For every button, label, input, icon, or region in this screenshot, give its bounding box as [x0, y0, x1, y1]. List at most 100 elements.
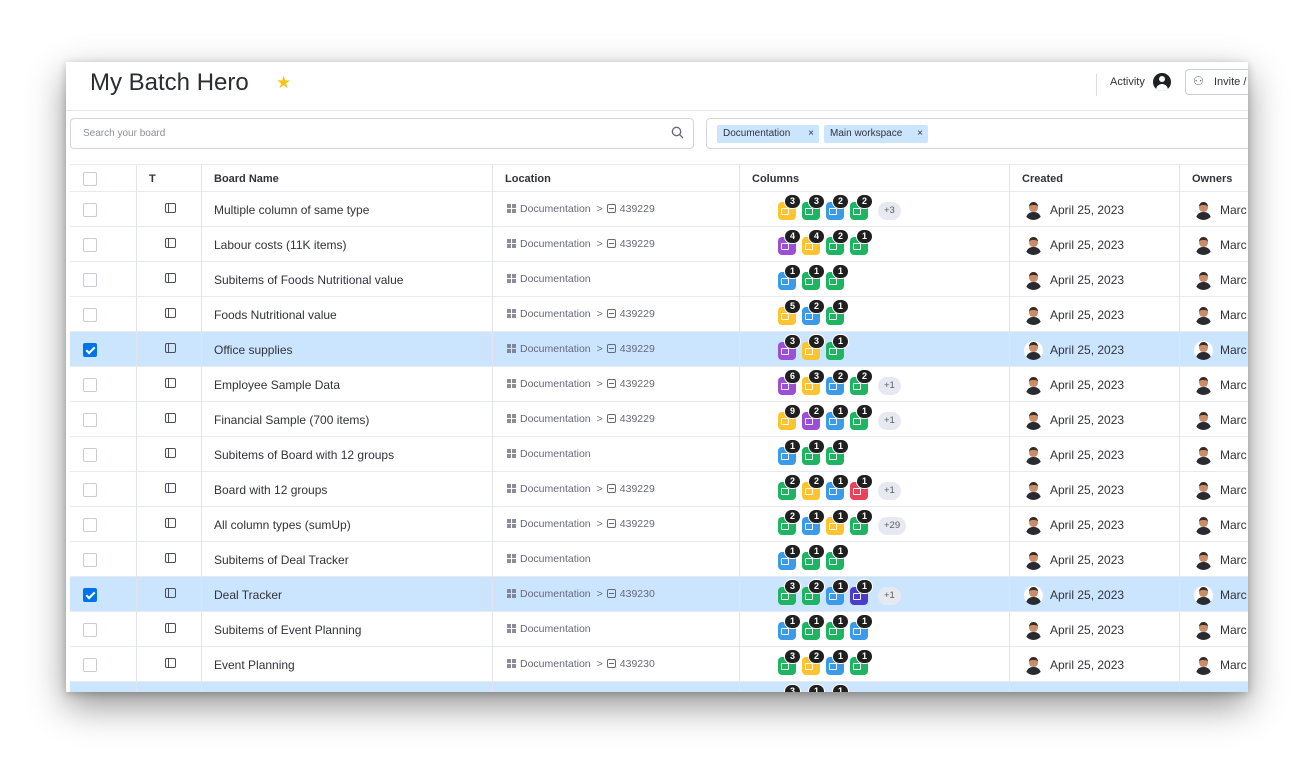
- filter-chip-documentation[interactable]: Documentation ×: [717, 125, 819, 143]
- table-row[interactable]: Subitems of Deal Tracker Documentation 1 1 1…: [70, 542, 1248, 577]
- location-board-id[interactable]: 439230: [620, 658, 655, 670]
- row-board-name-cell[interactable]: [202, 682, 493, 692]
- more-columns-badge[interactable]: +29: [878, 517, 907, 535]
- more-columns-badge[interactable]: +1: [878, 587, 901, 605]
- location-workspace[interactable]: Documentation: [520, 658, 591, 670]
- board-name[interactable]: Multiple column of same type: [214, 203, 369, 217]
- owner-avatar[interactable]: [1194, 586, 1213, 605]
- owner-avatar[interactable]: [1194, 656, 1213, 675]
- row-board-name-cell[interactable]: Subitems of Event Planning: [202, 612, 493, 647]
- header-location-cell[interactable]: Location: [493, 165, 740, 193]
- row-board-name-cell[interactable]: Board with 12 groups: [202, 472, 493, 507]
- location-workspace[interactable]: Documentation: [520, 273, 591, 285]
- board-name[interactable]: Subitems of Foods Nutritional value: [214, 273, 403, 287]
- location-workspace[interactable]: Documentation: [520, 238, 591, 250]
- table-row[interactable]: Subitems of Board with 12 groups Document…: [70, 437, 1248, 472]
- table-row[interactable]: Board with 12 groups Documentation >439229…: [70, 472, 1248, 507]
- owner-avatar[interactable]: [1194, 201, 1213, 220]
- location-workspace[interactable]: Documentation: [520, 413, 591, 425]
- board-name[interactable]: Labour costs (11K items): [214, 238, 347, 252]
- table-row[interactable]: Multiple column of same type Documentatio…: [70, 192, 1248, 227]
- location-board-id[interactable]: 439230: [620, 588, 655, 600]
- row-checkbox[interactable]: [83, 483, 97, 497]
- row-checkbox[interactable]: [83, 273, 97, 287]
- row-board-name-cell[interactable]: Subitems of Deal Tracker: [202, 542, 493, 577]
- row-board-name-cell[interactable]: Deal Tracker: [202, 577, 493, 612]
- row-checkbox[interactable]: [83, 343, 97, 357]
- table-row[interactable]: 311: [70, 682, 1248, 692]
- location-workspace[interactable]: Documentation: [520, 378, 591, 390]
- board-name[interactable]: Employee Sample Data: [214, 378, 340, 392]
- row-board-name-cell[interactable]: Subitems of Board with 12 groups: [202, 437, 493, 472]
- location-workspace[interactable]: Documentation: [520, 308, 591, 320]
- select-all-checkbox[interactable]: [83, 172, 97, 186]
- row-board-name-cell[interactable]: Subitems of Foods Nutritional value: [202, 262, 493, 297]
- more-columns-badge[interactable]: +1: [878, 482, 901, 500]
- table-row[interactable]: Event Planning Documentation >439230 3 2 1 1 Ap…: [70, 647, 1248, 682]
- owner-avatar[interactable]: [1194, 236, 1213, 255]
- location-workspace[interactable]: Documentation: [520, 518, 591, 530]
- filter-bar[interactable]: Documentation × Main workspace ×: [706, 118, 1248, 149]
- row-checkbox[interactable]: [83, 658, 97, 672]
- row-checkbox[interactable]: [83, 448, 97, 462]
- board-name[interactable]: Subitems of Deal Tracker: [214, 553, 349, 567]
- board-name[interactable]: Deal Tracker: [214, 588, 282, 602]
- board-name[interactable]: Office supplies: [214, 343, 293, 357]
- row-checkbox[interactable]: [83, 623, 97, 637]
- row-checkbox[interactable]: [83, 518, 97, 532]
- table-row[interactable]: Office supplies Documentation >439229 3 3 1 Ap…: [70, 332, 1248, 367]
- board-name[interactable]: Subitems of Board with 12 groups: [214, 448, 394, 462]
- owner-avatar[interactable]: [1194, 341, 1213, 360]
- row-checkbox[interactable]: [83, 308, 97, 322]
- row-board-name-cell[interactable]: Office supplies: [202, 332, 493, 367]
- row-board-name-cell[interactable]: Employee Sample Data: [202, 367, 493, 402]
- board-name[interactable]: Financial Sample (700 items): [214, 413, 369, 427]
- table-row[interactable]: Employee Sample Data Documentation >439229…: [70, 367, 1248, 402]
- location-workspace[interactable]: Documentation: [520, 203, 591, 215]
- favorite-star-icon[interactable]: ★: [276, 72, 291, 94]
- row-board-name-cell[interactable]: Event Planning: [202, 647, 493, 682]
- owner-avatar[interactable]: [1194, 376, 1213, 395]
- remove-chip-icon[interactable]: ×: [808, 125, 814, 143]
- board-name[interactable]: Board with 12 groups: [214, 483, 327, 497]
- location-board-id[interactable]: 439229: [620, 343, 655, 355]
- location-workspace[interactable]: Documentation: [520, 623, 591, 635]
- owner-avatar[interactable]: [1194, 481, 1213, 500]
- location-board-id[interactable]: 439229: [620, 518, 655, 530]
- row-board-name-cell[interactable]: All column types (sumUp): [202, 507, 493, 542]
- row-checkbox[interactable]: [83, 378, 97, 392]
- location-board-id[interactable]: 439229: [620, 483, 655, 495]
- location-board-id[interactable]: 439229: [620, 203, 655, 215]
- location-workspace[interactable]: Documentation: [520, 553, 591, 565]
- owner-avatar[interactable]: [1194, 446, 1213, 465]
- owner-avatar[interactable]: [1194, 306, 1213, 325]
- board-name[interactable]: Event Planning: [214, 658, 295, 672]
- user-avatar-icon[interactable]: [1153, 73, 1171, 91]
- location-workspace[interactable]: Documentation: [520, 448, 591, 460]
- board-name[interactable]: Subitems of Event Planning: [214, 623, 361, 637]
- row-checkbox[interactable]: [83, 413, 97, 427]
- owner-avatar[interactable]: [1194, 621, 1213, 640]
- location-board-id[interactable]: 439229: [620, 308, 655, 320]
- header-created-cell[interactable]: Created: [1010, 165, 1180, 193]
- table-row[interactable]: Subitems of Event Planning Documentation 1…: [70, 612, 1248, 647]
- invite-button[interactable]: ⚇ Invite /: [1185, 69, 1248, 95]
- row-board-name-cell[interactable]: Financial Sample (700 items): [202, 402, 493, 437]
- owner-avatar[interactable]: [1194, 411, 1213, 430]
- row-board-name-cell[interactable]: Multiple column of same type: [202, 192, 493, 227]
- board-name[interactable]: Foods Nutritional value: [214, 308, 337, 322]
- remove-chip-icon[interactable]: ×: [917, 125, 923, 143]
- table-row[interactable]: Foods Nutritional value Documentation >439…: [70, 297, 1248, 332]
- table-row[interactable]: All column types (sumUp) Documentation >43…: [70, 507, 1248, 542]
- search-input[interactable]: Search your board: [70, 118, 694, 149]
- location-board-id[interactable]: 439229: [620, 378, 655, 390]
- row-board-name-cell[interactable]: Foods Nutritional value: [202, 297, 493, 332]
- row-checkbox[interactable]: [83, 203, 97, 217]
- table-row[interactable]: Subitems of Foods Nutritional value Docum…: [70, 262, 1248, 297]
- table-row[interactable]: Deal Tracker Documentation >439230 3 2 1 1 +1 Ap…: [70, 577, 1248, 612]
- table-row[interactable]: Labour costs (11K items) Documentation >43…: [70, 227, 1248, 262]
- more-columns-badge[interactable]: +3: [878, 202, 901, 220]
- more-columns-badge[interactable]: +1: [878, 377, 901, 395]
- header-columns-cell[interactable]: Columns: [740, 165, 1010, 193]
- location-workspace[interactable]: Documentation: [520, 343, 591, 355]
